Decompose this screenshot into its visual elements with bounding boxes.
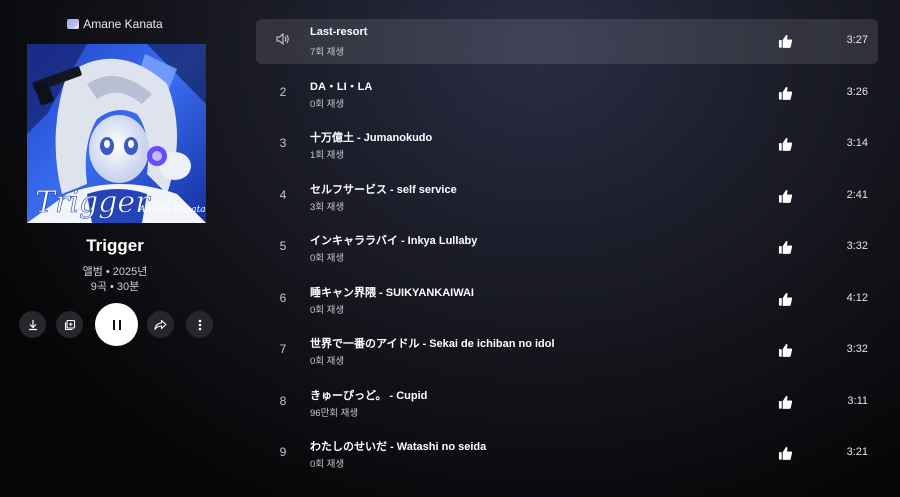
album-title: Trigger bbox=[86, 236, 144, 255]
track-number: 4 bbox=[279, 187, 287, 202]
like-button[interactable] bbox=[778, 137, 794, 153]
track-row[interactable]: 8 きゅーぴっど。 - Cupid 96만회 재생 3:11 bbox=[256, 380, 878, 425]
track-title[interactable]: 睡キャン界隈 - SUIKYANKAIWAI bbox=[310, 284, 474, 300]
track-list: Last-resort 7회 재생 3:27 2 DA・LI・LA 0회 재생 … bbox=[256, 19, 878, 483]
speaker-playing-icon bbox=[276, 33, 289, 45]
thumb-up-icon bbox=[778, 292, 793, 306]
save-to-library-icon bbox=[64, 319, 75, 330]
like-button[interactable] bbox=[778, 343, 794, 359]
track-title[interactable]: わたしのせいだ - Watashi no seida bbox=[310, 438, 486, 454]
cover-title-text: Trigger bbox=[35, 185, 151, 220]
track-title[interactable]: 十万億土 - Jumanokudo bbox=[310, 129, 432, 145]
album-cover: Trigger Amane Kanata bbox=[27, 44, 206, 223]
track-play-count: 0회 재생 bbox=[310, 304, 345, 316]
track-number: 6 bbox=[279, 290, 287, 305]
track-row[interactable]: 3 十万億土 - Jumanokudo 1회 재생 3:14 bbox=[256, 122, 878, 167]
cover-artist-text: Amane Kanata bbox=[138, 205, 206, 215]
track-title[interactable]: Last-resort bbox=[310, 26, 367, 38]
pause-icon bbox=[112, 319, 121, 330]
like-button[interactable] bbox=[778, 395, 794, 411]
track-row[interactable]: 7 世界で一番のアイドル - Sekai de ichiban no idol … bbox=[256, 328, 878, 373]
like-button[interactable] bbox=[778, 86, 794, 102]
album-panel: Amane Kanata Trigger Amane Kanata Trigge… bbox=[0, 0, 240, 497]
thumb-up-icon bbox=[778, 189, 793, 203]
track-duration: 4:12 bbox=[846, 291, 868, 304]
track-duration: 2:41 bbox=[846, 188, 868, 201]
thumb-up-icon bbox=[778, 344, 793, 357]
download-icon bbox=[28, 319, 37, 330]
artist-name: Amane Kanata bbox=[83, 17, 163, 31]
track-duration: 3:21 bbox=[846, 446, 868, 458]
save-to-library-button[interactable] bbox=[56, 311, 83, 338]
like-button[interactable] bbox=[778, 292, 794, 308]
track-play-count: 1회 재생 bbox=[310, 150, 345, 161]
track-duration: 3:32 bbox=[846, 240, 868, 252]
thumb-up-icon bbox=[778, 86, 793, 100]
thumb-up-icon bbox=[778, 35, 793, 48]
more-vert-icon bbox=[198, 319, 201, 330]
track-duration: 3:14 bbox=[846, 137, 868, 149]
album-cover-art: Trigger Amane Kanata bbox=[27, 44, 206, 223]
track-play-count: 0회 재생 bbox=[310, 98, 345, 110]
track-number: 3 bbox=[279, 136, 287, 150]
track-title[interactable]: 世界で一番のアイドル - Sekai de ichiban no idol bbox=[310, 335, 555, 351]
share-icon bbox=[154, 319, 167, 330]
track-row[interactable]: 5 インキャララバイ - Inkya Lullaby 0회 재생 3:32 bbox=[256, 225, 878, 270]
like-button[interactable] bbox=[778, 34, 794, 50]
track-title[interactable]: インキャララバイ - Inkya Lullaby bbox=[310, 232, 477, 248]
track-row[interactable]: Last-resort 7회 재생 3:27 bbox=[256, 19, 878, 64]
like-button[interactable] bbox=[778, 189, 794, 205]
track-number: 5 bbox=[279, 239, 287, 253]
share-button[interactable] bbox=[147, 311, 174, 338]
track-title[interactable]: セルフサービス - self service bbox=[310, 181, 457, 197]
track-number: 2 bbox=[279, 84, 287, 99]
like-button[interactable] bbox=[778, 240, 794, 256]
track-title[interactable]: DA・LI・LA bbox=[310, 78, 372, 94]
track-row[interactable]: 6 睡キャン界隈 - SUIKYANKAIWAI 0회 재생 4:12 bbox=[256, 277, 878, 322]
thumb-up-icon bbox=[778, 395, 793, 409]
download-button[interactable] bbox=[19, 311, 46, 338]
like-button[interactable] bbox=[778, 446, 794, 462]
track-duration: 3:27 bbox=[846, 34, 868, 46]
track-duration: 3:11 bbox=[847, 394, 868, 407]
track-title[interactable]: きゅーぴっど。 - Cupid bbox=[310, 387, 427, 403]
thumb-up-icon bbox=[778, 138, 793, 151]
track-row[interactable]: 9 わたしのせいだ - Watashi no seida 0회 재생 3:21 bbox=[256, 431, 878, 476]
album-track-count-duration: 9곡 • 30분 bbox=[90, 281, 140, 293]
pause-button[interactable] bbox=[95, 303, 138, 346]
track-play-count: 0회 재생 bbox=[310, 253, 345, 264]
track-number: 7 bbox=[279, 342, 287, 356]
track-number: 9 bbox=[279, 445, 287, 459]
track-number bbox=[270, 33, 296, 48]
artist-emoji-icon bbox=[67, 19, 80, 29]
track-play-count: 96만회 재생 bbox=[310, 407, 359, 419]
track-duration: 3:32 bbox=[846, 343, 868, 355]
track-play-count: 0회 재생 bbox=[310, 356, 345, 367]
album-controls bbox=[18, 302, 218, 346]
thumb-up-icon bbox=[778, 241, 793, 254]
album-type-year: 앨범 • 2025년 bbox=[82, 266, 148, 278]
track-row[interactable]: 2 DA・LI・LA 0회 재생 3:26 bbox=[256, 71, 878, 116]
track-row[interactable]: 4 セルフサービス - self service 3회 재생 2:41 bbox=[256, 174, 878, 219]
artist-link[interactable]: Amane Kanata bbox=[0, 17, 230, 31]
track-play-count: 3회 재생 bbox=[310, 201, 345, 213]
track-number: 8 bbox=[279, 393, 287, 408]
track-play-count: 7회 재생 bbox=[310, 47, 345, 58]
track-duration: 3:26 bbox=[846, 85, 868, 98]
thumb-up-icon bbox=[778, 447, 793, 460]
track-play-count: 0회 재생 bbox=[310, 459, 345, 470]
more-options-button[interactable] bbox=[186, 311, 213, 338]
